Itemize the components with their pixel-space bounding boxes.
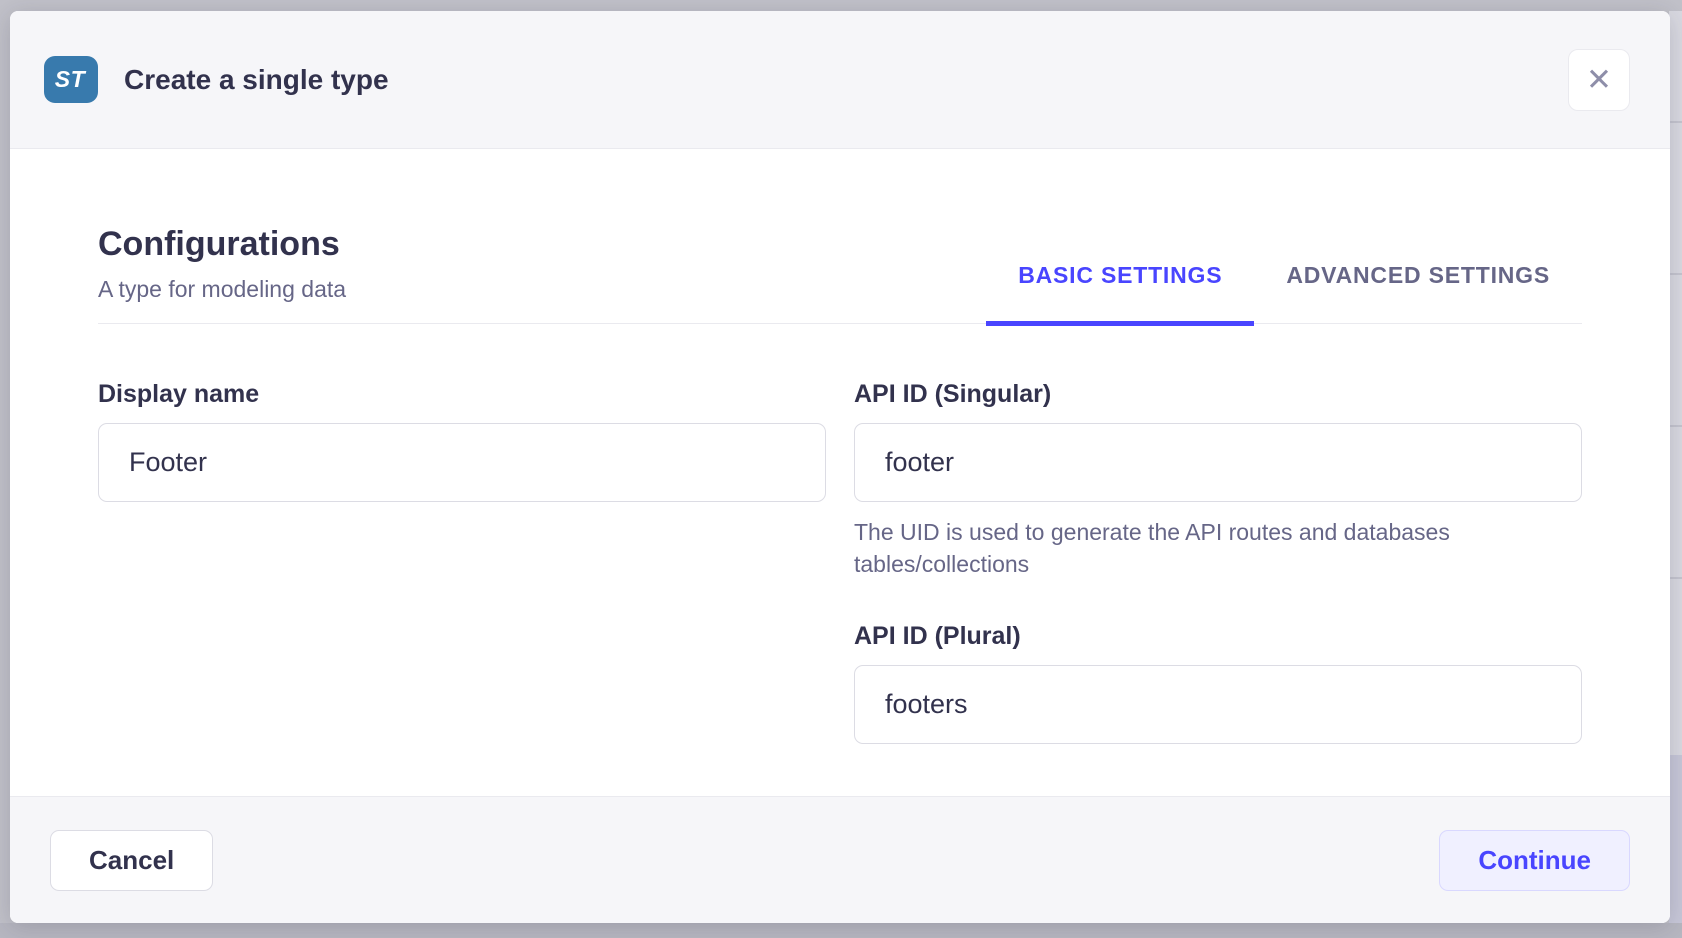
close-button[interactable]: ✕ (1568, 49, 1630, 111)
background-table-strip (1669, 11, 1682, 755)
modal-footer: Cancel Continue (10, 796, 1670, 923)
create-single-type-modal: ST Create a single type ✕ Configurations… (10, 11, 1670, 923)
settings-tabs: BASIC SETTINGS ADVANCED SETTINGS (986, 262, 1582, 323)
api-id-plural-field: API ID (Plural) (854, 622, 1582, 744)
continue-button[interactable]: Continue (1439, 830, 1630, 891)
api-id-column: API ID (Singular) The UID is used to gen… (854, 380, 1582, 744)
api-id-singular-field: API ID (Singular) The UID is used to gen… (854, 380, 1582, 580)
background-bottom-strip (0, 923, 1682, 938)
tab-basic-settings[interactable]: BASIC SETTINGS (986, 262, 1254, 323)
section-head-text: Configurations A type for modeling data (98, 225, 346, 323)
background-strip-lower (1669, 755, 1682, 923)
api-id-singular-input[interactable] (854, 423, 1582, 502)
api-id-plural-input[interactable] (854, 665, 1582, 744)
configuration-form: Display name API ID (Singular) The UID i… (98, 380, 1582, 744)
section-subtitle: A type for modeling data (98, 276, 346, 303)
screen: ST Create a single type ✕ Configurations… (0, 0, 1682, 938)
section-title: Configurations (98, 225, 346, 264)
modal-body: Configurations A type for modeling data … (10, 149, 1670, 796)
api-id-singular-label: API ID (Singular) (854, 380, 1582, 409)
display-name-input[interactable] (98, 423, 826, 502)
display-name-label: Display name (98, 380, 826, 409)
cancel-button[interactable]: Cancel (50, 830, 213, 891)
modal-header: ST Create a single type ✕ (10, 11, 1670, 149)
tab-advanced-settings[interactable]: ADVANCED SETTINGS (1254, 262, 1582, 323)
section-head: Configurations A type for modeling data … (98, 225, 1582, 324)
api-id-singular-hint: The UID is used to generate the API rout… (854, 516, 1554, 580)
single-type-badge-icon: ST (44, 56, 98, 103)
display-name-field: Display name (98, 380, 826, 744)
modal-title: Create a single type (124, 64, 389, 96)
api-id-plural-label: API ID (Plural) (854, 622, 1582, 651)
close-icon: ✕ (1586, 64, 1612, 95)
